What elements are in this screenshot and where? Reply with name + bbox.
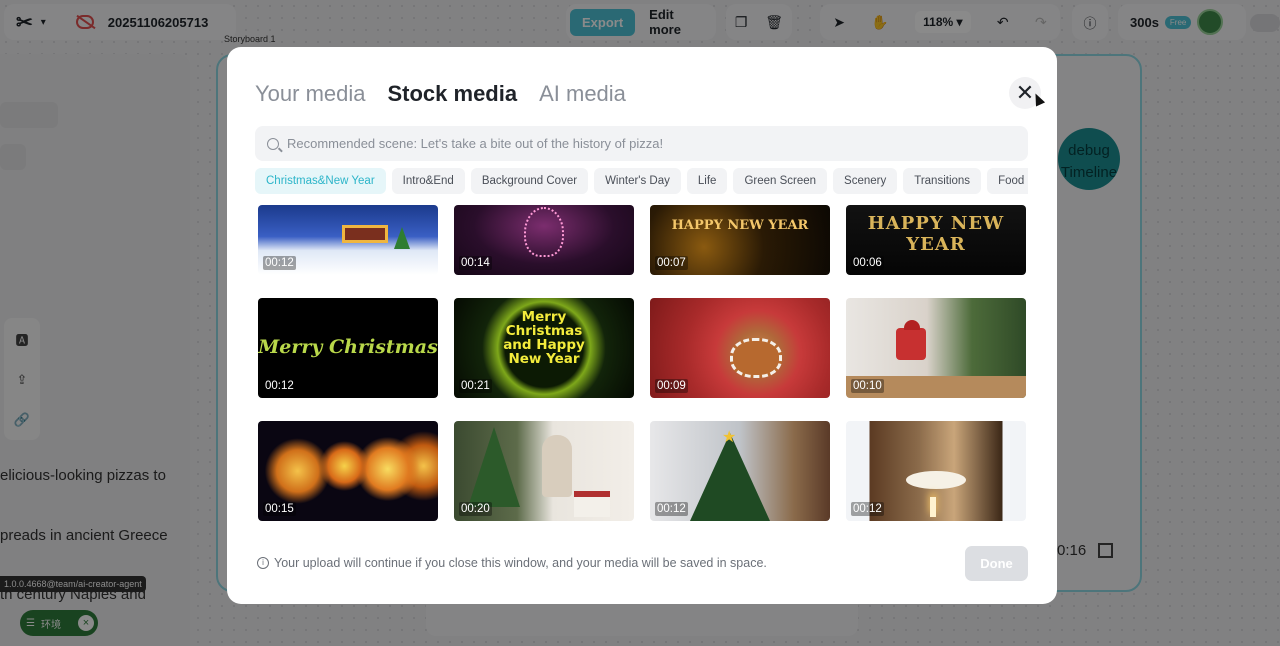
close-icon: ✕: [1015, 80, 1035, 105]
media-thumbnail[interactable]: 00:10: [846, 298, 1026, 398]
category-chip[interactable]: Background Cover: [470, 168, 589, 194]
santa-hat-shape: [904, 320, 920, 330]
duration-badge: 00:15: [263, 502, 296, 516]
plate-shape: [906, 471, 966, 489]
duration-badge: 00:20: [459, 502, 492, 516]
media-thumbnail[interactable]: 00:20: [454, 421, 634, 521]
category-chips: Christmas&New Year Intro&End Background …: [255, 168, 1028, 194]
thumbnail-caption: HAPPY NEW YEAR: [867, 213, 1005, 255]
tree-shape: [394, 227, 410, 249]
category-chip[interactable]: Life: [686, 168, 728, 194]
candle-shape: [930, 497, 936, 517]
media-thumbnail[interactable]: 00:09: [650, 298, 830, 398]
info-icon: i: [257, 557, 269, 569]
done-button[interactable]: Done: [965, 546, 1028, 581]
upload-note-text: Your upload will continue if you close t…: [274, 556, 767, 570]
media-thumbnail[interactable]: ★ 00:12: [650, 421, 830, 521]
duration-badge: 00:14: [459, 256, 492, 270]
star-icon: ★: [722, 429, 737, 446]
media-thumbnail[interactable]: HAPPY NEW YEAR 00:06: [846, 205, 1026, 275]
tab-your-media[interactable]: Your media: [255, 81, 365, 107]
upload-note: i Your upload will continue if you close…: [257, 556, 767, 570]
category-chip[interactable]: Transitions: [903, 168, 982, 194]
search-icon: [267, 137, 279, 150]
thumbnail-caption: HAPPY NEW YEAR: [671, 218, 809, 233]
category-chip[interactable]: Winter's Day: [594, 168, 681, 194]
duration-badge: 00:07: [655, 256, 688, 270]
media-thumbnail[interactable]: 00:15: [258, 421, 438, 521]
duration-badge: 00:10: [851, 379, 884, 393]
media-grid-scroll[interactable]: 00:12 00:14 HAPPY NEW YEAR 00:07 HAPPY N…: [255, 205, 1030, 530]
category-chip[interactable]: Christmas&New Year: [255, 168, 386, 194]
media-thumbnail[interactable]: 00:12: [846, 421, 1026, 521]
category-chip[interactable]: Scenery: [833, 168, 898, 194]
duration-badge: 00:06: [851, 256, 884, 270]
media-thumbnail[interactable]: Merry Christmas 00:12: [258, 298, 438, 398]
duration-badge: 00:09: [655, 379, 688, 393]
gift-shape: [574, 491, 610, 517]
search-input[interactable]: [287, 136, 987, 151]
media-grid: 00:12 00:14 HAPPY NEW YEAR 00:07 HAPPY N…: [258, 205, 1026, 521]
category-chip[interactable]: Intro&End: [391, 168, 465, 194]
media-thumbnail[interactable]: HAPPY NEW YEAR 00:07: [650, 205, 830, 275]
duration-badge: 00:12: [655, 502, 688, 516]
thumbnail-caption: Merry Christmas: [258, 336, 438, 358]
spiral-tree-shape: [524, 207, 564, 257]
category-chip[interactable]: Food: [987, 168, 1028, 194]
media-tabs: Your media Stock media AI media: [255, 81, 626, 107]
media-thumbnail[interactable]: 00:14: [454, 205, 634, 275]
duration-badge: 00:21: [459, 379, 492, 393]
tab-stock-media[interactable]: Stock media: [387, 81, 517, 107]
duration-badge: 00:12: [263, 256, 296, 270]
gingerbread-shape: [730, 338, 782, 378]
child-shape: [896, 328, 926, 360]
duration-badge: 00:12: [263, 379, 296, 393]
media-thumbnail[interactable]: 00:12: [258, 205, 438, 275]
woman-shape: [542, 435, 572, 497]
duration-badge: 00:12: [851, 502, 884, 516]
thumbnail-caption: Merry Christmas and Happy New Year: [503, 309, 585, 367]
tree-shape: [468, 427, 520, 507]
media-thumbnail[interactable]: Merry Christmas and Happy New Year 00:21: [454, 298, 634, 398]
category-chip[interactable]: Green Screen: [733, 168, 828, 194]
tab-ai-media[interactable]: AI media: [539, 81, 626, 107]
media-modal: Your media Stock media AI media ✕ Christ…: [227, 47, 1057, 604]
house-shape: [342, 225, 388, 243]
search-bar: [255, 126, 1028, 161]
